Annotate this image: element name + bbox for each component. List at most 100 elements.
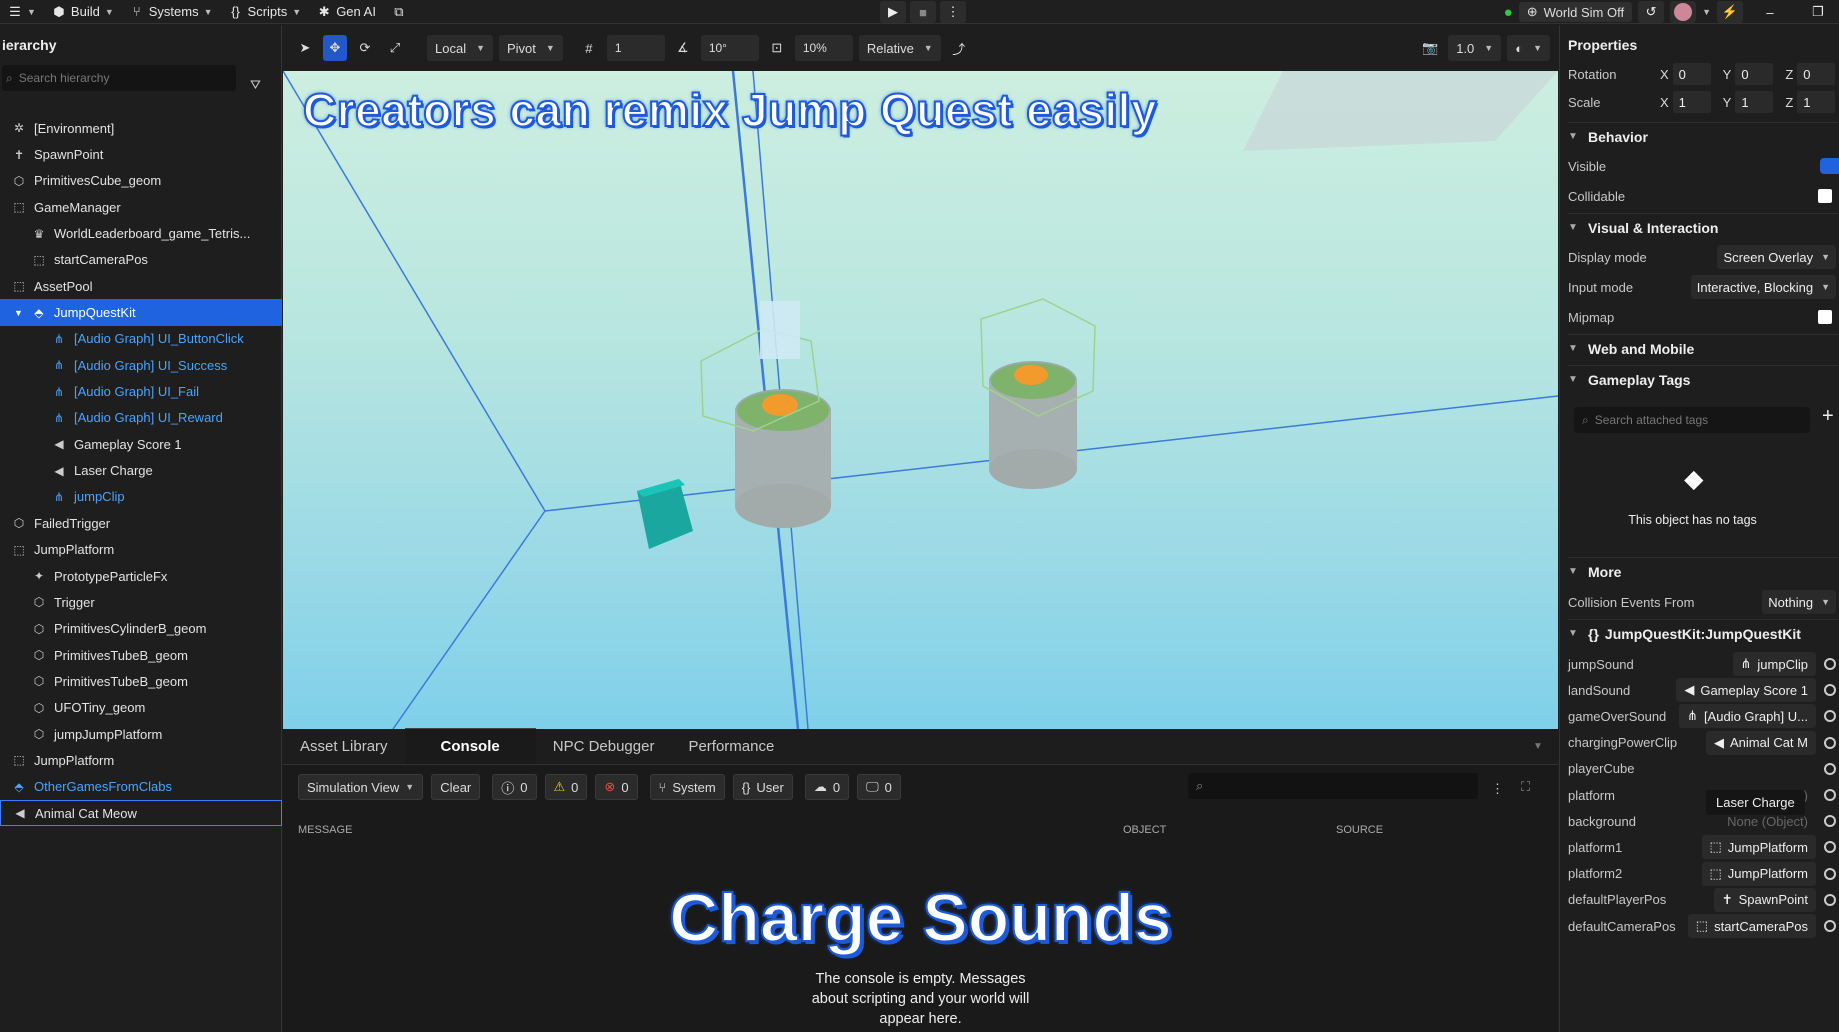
chevron-down-icon[interactable]: ▼ <box>1702 7 1711 17</box>
input-mode-dropdown[interactable]: Interactive, Blocking ▼ <box>1690 275 1836 299</box>
stop-button[interactable]: ■ <box>910 1 936 23</box>
playback-more-button[interactable]: ⋮ <box>940 1 966 23</box>
object-picker-icon[interactable] <box>1824 893 1836 906</box>
play-button[interactable]: ▶ <box>880 1 906 23</box>
hierarchy-item[interactable]: ⬡ PrimitivesCylinderB_geom <box>0 616 282 642</box>
hierarchy-search-input[interactable]: ⌕ Search hierarchy <box>2 65 236 91</box>
hierarchy-item[interactable]: ⬡ jumpJumpPlatform <box>0 721 282 747</box>
vr-mode-button[interactable]: ⚡ <box>1717 1 1743 23</box>
filter-icon[interactable]: ⛛ <box>250 77 261 93</box>
script-section[interactable]: ▼{} JumpQuestKit:JumpQuestKit <box>1568 619 1839 647</box>
camera-speed-dropdown[interactable]: 1.0 ▼ <box>1448 35 1502 61</box>
scale-y-field[interactable]: 1 <box>1735 91 1774 113</box>
collapse-panel-icon[interactable]: ▼ <box>1533 741 1543 752</box>
rotate-tool[interactable]: ⟳ <box>353 35 377 61</box>
info-filter[interactable]: ⓘ 0 <box>492 774 537 800</box>
console-more-icon[interactable]: ⋮ <box>1491 781 1504 797</box>
tag-search-input[interactable]: ⌕ Search attached tags <box>1574 407 1810 433</box>
hierarchy-item[interactable]: ⬡ UFOTiny_geom <box>0 695 282 721</box>
scale-z-field[interactable]: 1 <box>1797 91 1836 113</box>
hierarchy-item[interactable]: ⬚ startCameraPos <box>0 247 282 273</box>
hierarchy-item[interactable]: ⋔ [Audio Graph] UI_Success <box>0 352 282 378</box>
hierarchy-item[interactable]: ⬚ AssetPool <box>0 273 282 299</box>
object-picker-icon[interactable] <box>1824 920 1836 932</box>
hierarchy-item[interactable]: ⬡ PrimitivesTubeB_geom <box>0 668 282 694</box>
publish-button[interactable]: ⧉ <box>384 0 414 24</box>
object-reference-field[interactable]: ◀ Animal Cat M <box>1705 730 1816 755</box>
hierarchy-item[interactable]: ♛ WorldLeaderboard_game_Tetris... <box>0 220 282 246</box>
tab-npc-debugger[interactable]: NPC Debugger <box>536 728 672 764</box>
visible-toggle[interactable] <box>1820 158 1839 174</box>
object-picker-icon[interactable] <box>1824 841 1836 854</box>
scene-viewport[interactable]: Creators can remix Jump Quest easily <box>283 71 1558 729</box>
warning-filter[interactable]: ⚠ 0 <box>544 774 588 800</box>
scripts-menu[interactable]: {} Scripts ▼ <box>221 0 310 24</box>
object-picker-icon[interactable] <box>1824 867 1836 880</box>
expand-icon[interactable]: ⛶ <box>1521 779 1530 795</box>
minimize-button[interactable]: – <box>1749 0 1791 24</box>
grid-snap-field[interactable]: 1 <box>606 35 665 61</box>
error-filter[interactable]: ⊗ 0 <box>595 774 638 800</box>
hierarchy-item[interactable]: ⬚ GameManager <box>0 194 282 220</box>
hierarchy-item[interactable]: ⬘ OtherGamesFromClabs <box>0 774 282 800</box>
mipmap-checkbox[interactable] <box>1818 310 1832 324</box>
move-tool[interactable]: ✥ <box>323 35 347 61</box>
systems-menu[interactable]: ⑂ Systems ▼ <box>122 0 221 24</box>
object-reference-field[interactable]: ⬚ JumpPlatform <box>1701 835 1816 860</box>
hierarchy-item[interactable]: ⬡ FailedTrigger <box>0 510 282 536</box>
object-picker-icon[interactable] <box>1824 815 1836 828</box>
main-menu-button[interactable]: ☰ ▼ <box>0 0 44 24</box>
hierarchy-item[interactable]: ◀ Animal Cat Meow <box>0 799 282 827</box>
object-reference-field[interactable]: ⬚ JumpPlatform <box>1701 861 1816 886</box>
gameplay-tags-section[interactable]: ▼ Gameplay Tags <box>1568 365 1839 393</box>
hierarchy-item[interactable]: ⬡ PrimitivesCube_geom <box>0 168 282 194</box>
web-mobile-section[interactable]: ▼ Web and Mobile <box>1568 334 1839 362</box>
object-picker-icon[interactable] <box>1824 658 1836 670</box>
object-reference-field[interactable]: ◀ Gameplay Score 1 <box>1676 678 1816 703</box>
scale-x-field[interactable]: 1 <box>1672 91 1711 113</box>
collidable-checkbox[interactable] <box>1818 189 1832 203</box>
hierarchy-item[interactable]: ⋔ [Audio Graph] UI_Fail <box>0 378 282 404</box>
object-picker-icon[interactable] <box>1824 710 1836 723</box>
visual-section[interactable]: ▼ Visual & Interaction <box>1568 213 1839 241</box>
hierarchy-item[interactable]: ⬚ JumpPlatform <box>0 747 282 773</box>
build-menu[interactable]: ⬢ Build ▼ <box>44 0 122 24</box>
select-tool[interactable]: ➤ <box>293 35 317 61</box>
view-mode-dropdown[interactable]: Simulation View ▼ <box>298 774 424 800</box>
scale-snap-field[interactable]: 10% <box>794 35 853 61</box>
hierarchy-item[interactable]: ⬚ JumpPlatform <box>0 537 282 563</box>
relative-dropdown[interactable]: Relative ▼ <box>858 35 941 61</box>
clear-button[interactable]: Clear <box>431 774 481 800</box>
more-section[interactable]: ▼ More <box>1568 557 1839 585</box>
scale-snap-toggle[interactable]: ⊡ <box>765 35 789 61</box>
world-sim-toggle[interactable]: ⊕ World Sim Off <box>1518 2 1633 22</box>
rotation-x-field[interactable]: 0 <box>1672 63 1711 85</box>
snap-surface-toggle[interactable]: ⤴ <box>947 35 971 61</box>
avatar[interactable] <box>1670 1 1697 23</box>
undo-button[interactable]: ↺ <box>1638 1 1665 23</box>
grid-snap-toggle[interactable]: # <box>577 35 601 61</box>
object-reference-field[interactable]: ⋔ jumpClip <box>1732 652 1816 676</box>
object-reference-field[interactable]: ✝ SpawnPoint <box>1713 887 1816 912</box>
tab-console[interactable]: Console <box>404 728 536 764</box>
object-picker-icon[interactable] <box>1824 789 1836 801</box>
scale-tool[interactable]: ⤢ <box>383 35 407 61</box>
object-picker-icon[interactable] <box>1824 736 1836 749</box>
hierarchy-item[interactable]: ⬡ PrimitivesTubeB_geom <box>0 642 282 668</box>
user-filter[interactable]: {} User <box>732 774 793 800</box>
restore-button[interactable]: ❐ <box>1797 0 1839 24</box>
render-mode-dropdown[interactable]: ◐ ▼ <box>1507 35 1550 61</box>
angle-snap-field[interactable]: 10° <box>700 35 759 61</box>
angle-snap-toggle[interactable]: ∡ <box>671 35 695 61</box>
expand-arrow-icon[interactable]: ▼ <box>14 308 23 318</box>
hierarchy-item[interactable]: ✲ [Environment] <box>0 115 282 141</box>
hierarchy-item[interactable]: ◀ Laser Charge <box>0 457 282 483</box>
hierarchy-item[interactable]: ▼ ⬘ JumpQuestKit <box>0 299 282 326</box>
hierarchy-item[interactable]: ✝ SpawnPoint <box>0 141 282 167</box>
tab-performance[interactable]: Performance <box>671 728 791 764</box>
object-reference-field[interactable]: ⬚ startCameraPos <box>1687 914 1816 938</box>
pivot-dropdown[interactable]: Pivot ▼ <box>499 35 563 61</box>
hierarchy-item[interactable]: ◀ Gameplay Score 1 <box>0 431 282 457</box>
hierarchy-item[interactable]: ⋔ [Audio Graph] UI_ButtonClick <box>0 326 282 352</box>
hierarchy-item[interactable]: ⋔ [Audio Graph] UI_Reward <box>0 405 282 431</box>
